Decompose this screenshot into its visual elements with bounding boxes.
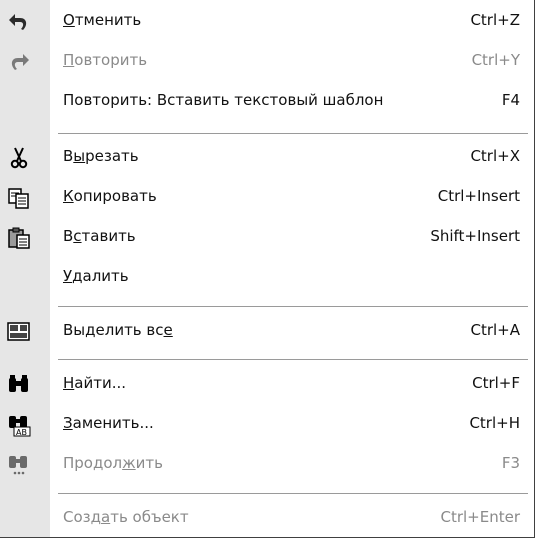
redo-icon (6, 50, 32, 74)
paste-icon (6, 226, 32, 250)
replace-icon: AB (6, 413, 32, 437)
menu-separator (58, 133, 528, 135)
menu-item-label: Найти... (63, 374, 127, 392)
menu-item-shortcut: Ctrl+Y (471, 51, 520, 69)
menu-item-redo[interactable]: Повторить Ctrl+Y (0, 42, 534, 82)
scissors-icon (6, 146, 32, 170)
menu-item-repeat[interactable]: Повторить: Вставить текстовый шаблон F4 (0, 82, 534, 122)
menu-item-find-next[interactable]: Продолжить F3 (0, 445, 534, 485)
menu-item-shortcut: Ctrl+Z (470, 11, 520, 29)
menu-item-label: Удалить (63, 267, 129, 285)
menu-item-label: Создать объект (63, 508, 189, 526)
menu-item-label: Заменить... (63, 414, 154, 432)
menu-item-shortcut: Ctrl+H (469, 414, 520, 432)
menu-item-label: Продолжить (63, 454, 163, 472)
menu-item-shortcut: F3 (501, 454, 520, 472)
menu-item-undo[interactable]: Отменить Ctrl+Z (0, 2, 534, 42)
menu-item-find[interactable]: Найти... Ctrl+F (0, 365, 534, 405)
menu-item-select-all[interactable]: Выделить все Ctrl+A (0, 312, 534, 352)
menu-item-shortcut: F4 (501, 91, 520, 109)
undo-icon (6, 10, 32, 34)
svg-text:AB: AB (16, 428, 27, 437)
menu-item-label: Копировать (63, 187, 157, 205)
menu-item-cut[interactable]: Вырезать Ctrl+X (0, 138, 534, 178)
menu-item-shortcut: Shift+Insert (430, 227, 520, 245)
menu-item-label: Вставить (63, 227, 136, 245)
edit-context-menu: Отменить Ctrl+Z Повторить Ctrl+Y Повтори… (0, 0, 535, 538)
menu-item-label: Повторить: Вставить текстовый шаблон (63, 91, 384, 109)
menu-item-shortcut: Ctrl+Insert (437, 187, 520, 205)
menu-item-shortcut: Ctrl+Enter (440, 508, 520, 526)
menu-item-replace[interactable]: AB Заменить... Ctrl+H (0, 405, 534, 445)
copy-icon (6, 186, 32, 210)
menu-item-label: Вырезать (63, 147, 139, 165)
menu-item-label: Повторить (63, 51, 148, 69)
menu-item-paste[interactable]: Вставить Shift+Insert (0, 218, 534, 258)
menu-item-label: Выделить все (63, 321, 173, 339)
menu-item-shortcut: Ctrl+A (470, 321, 520, 339)
menu-item-shortcut: Ctrl+F (472, 374, 520, 392)
menu-item-create-object[interactable]: Создать объект Ctrl+Enter (0, 499, 534, 539)
menu-separator (58, 359, 528, 361)
select-all-icon (6, 320, 32, 344)
menu-item-copy[interactable]: Копировать Ctrl+Insert (0, 178, 534, 218)
menu-item-shortcut: Ctrl+X (470, 147, 520, 165)
binoculars-icon (6, 373, 32, 397)
menu-separator (58, 493, 528, 495)
menu-item-label: Отменить (63, 11, 142, 29)
menu-separator (58, 306, 528, 308)
menu-item-delete[interactable]: Удалить (0, 258, 534, 298)
find-next-icon (6, 453, 32, 477)
